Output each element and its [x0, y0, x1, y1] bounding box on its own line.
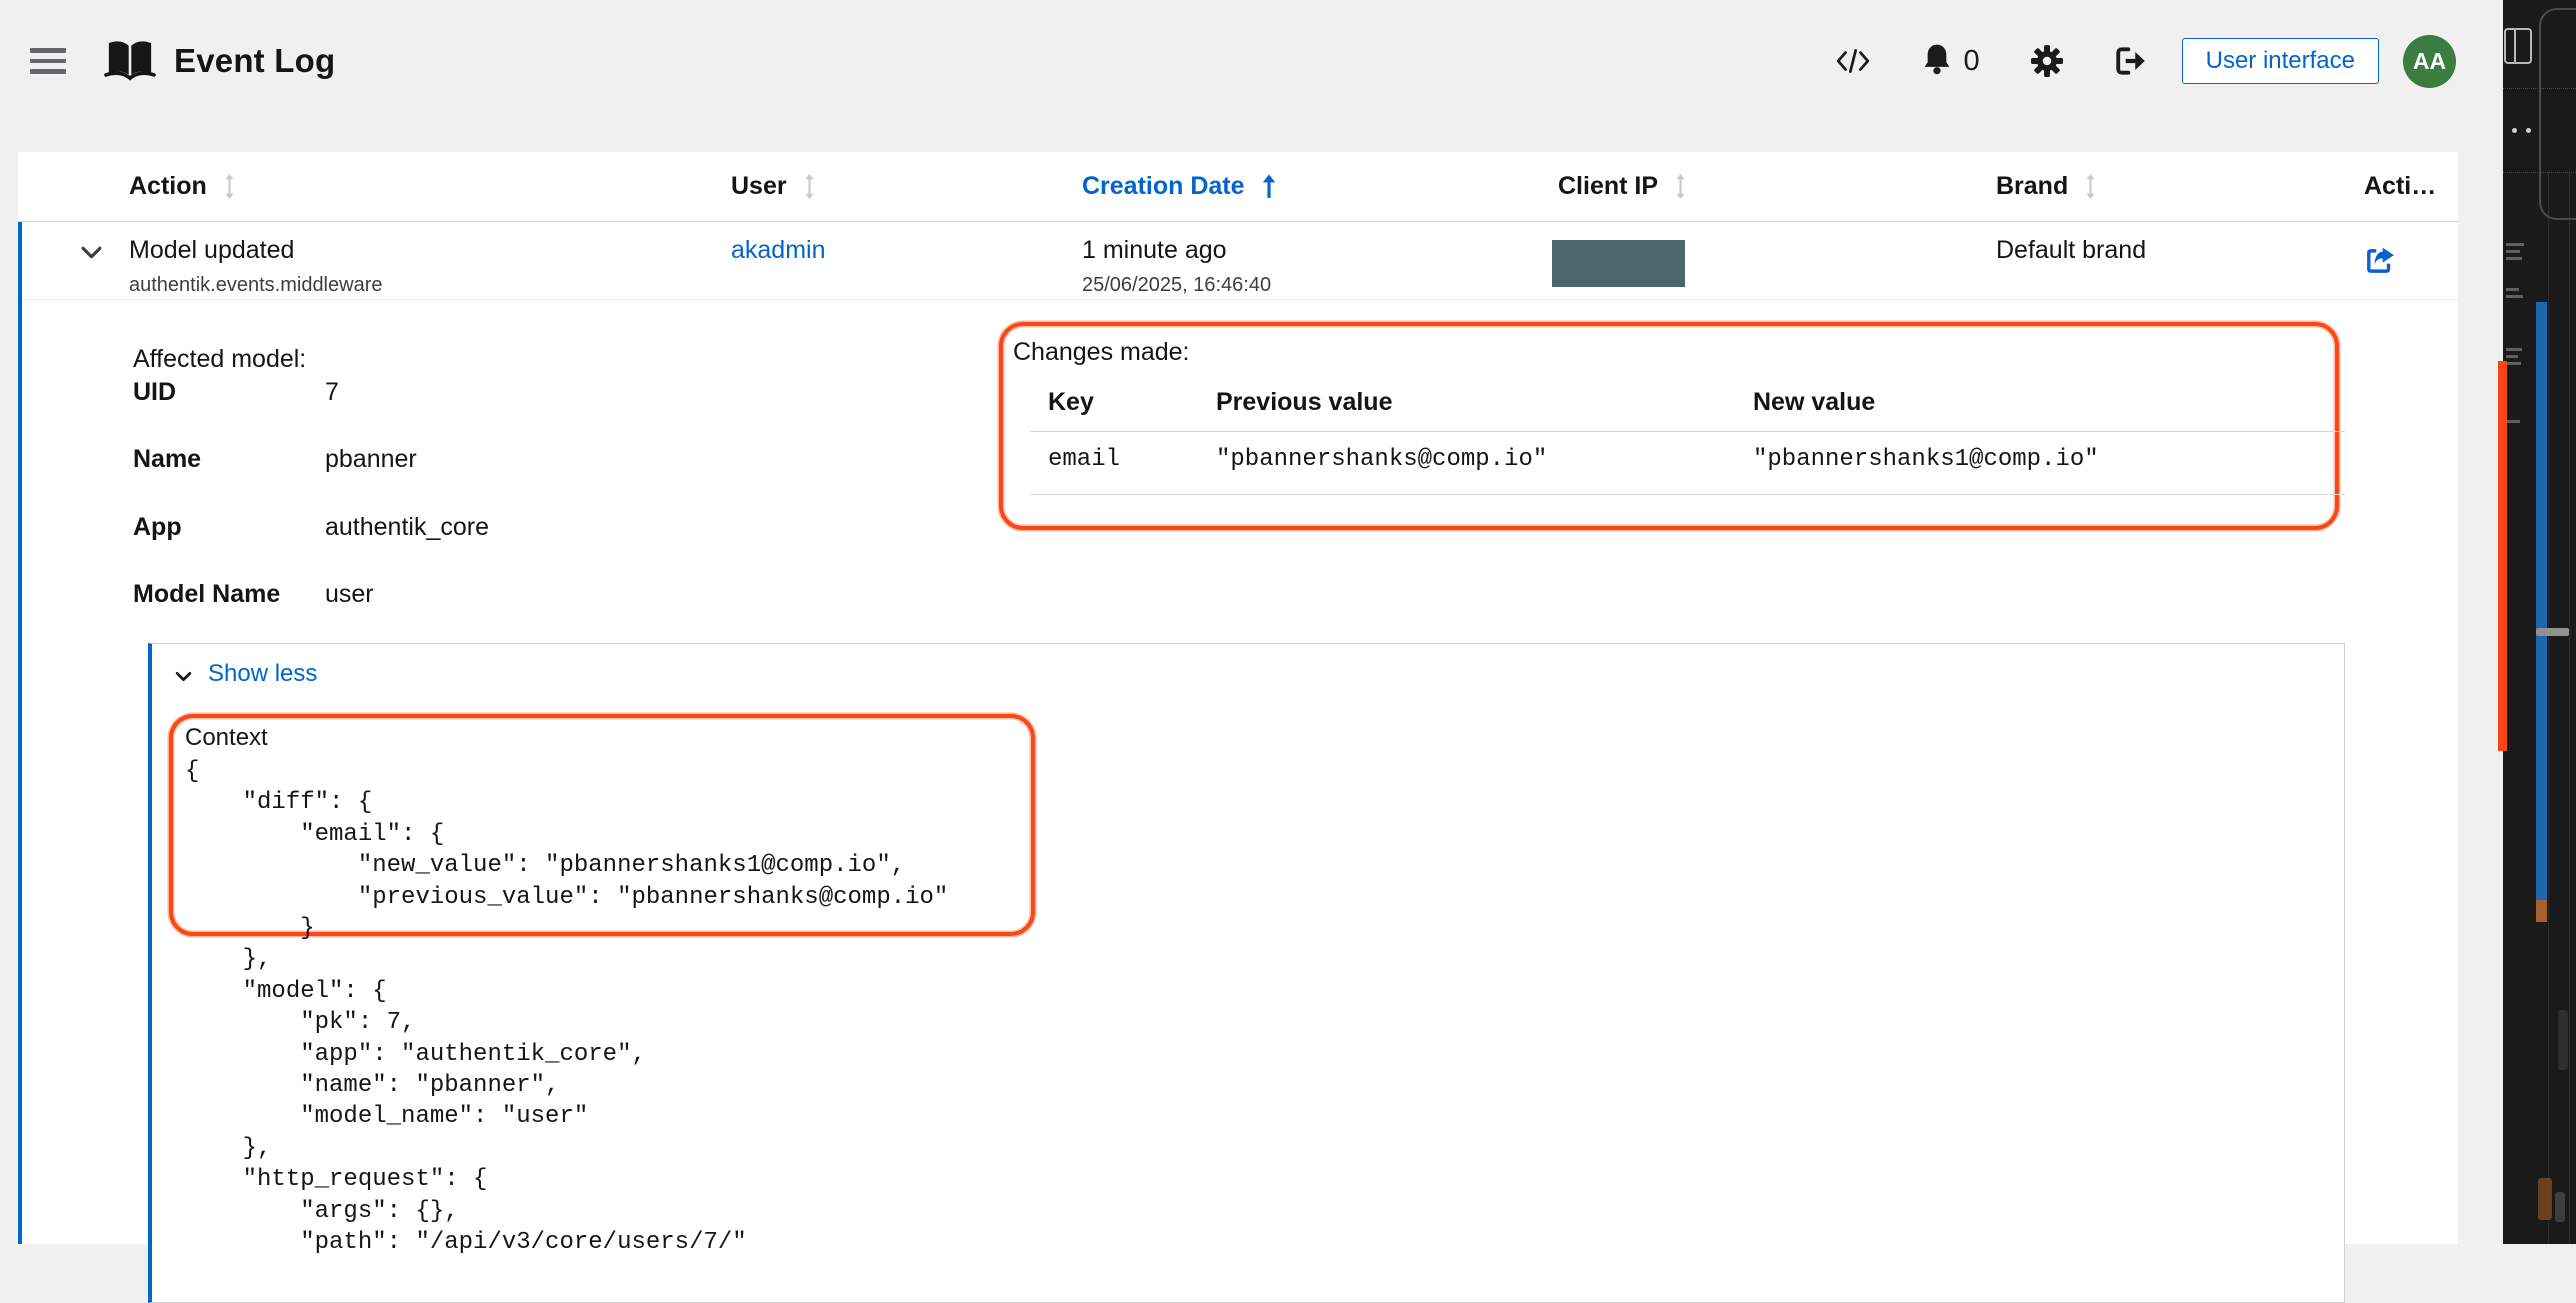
cell-client-ip [1558, 222, 1996, 299]
field-value: 7 [325, 378, 339, 407]
changes-col-key: Key [1048, 388, 1094, 417]
column-header-action[interactable]: Action [129, 152, 731, 221]
share-icon [2364, 246, 2396, 276]
notifications-button[interactable]: 0 [1921, 42, 1979, 81]
cell-actions [2364, 222, 2458, 299]
affected-model-label: Affected model: [133, 345, 306, 374]
columns-layout-icon[interactable] [2504, 28, 2532, 64]
event-table: Action User Creation Date Client IP Bran… [18, 152, 2458, 1244]
changes-new-value: "pbannershanks1@comp.io" [1753, 446, 2099, 473]
divider [2548, 172, 2549, 1244]
dot [2526, 128, 2531, 133]
changes-col-new: New value [1753, 388, 1875, 417]
sort-icon [2084, 173, 2097, 200]
secondary-window-sliver [2503, 0, 2576, 1244]
divider [2569, 172, 2570, 1244]
field-value: pbanner [325, 445, 417, 474]
divider [2503, 172, 2576, 173]
dot [2512, 128, 2517, 133]
cell-brand: Default brand [1996, 222, 2364, 299]
field-label: UID [133, 378, 176, 407]
annotation-rect-changes [999, 322, 2339, 530]
chevron-down-icon [175, 671, 192, 682]
user-interface-button[interactable]: User interface [2182, 38, 2379, 84]
mini-scroll-track [2536, 302, 2547, 900]
cell-creation-date: 1 minute ago 25/06/2025, 16:46:40 [1082, 222, 1558, 299]
field-label: App [133, 513, 182, 542]
masthead: Event Log 0 [0, 0, 2576, 152]
changes-key: email [1048, 446, 1120, 473]
mini-scroll-end [2536, 900, 2547, 922]
divider [1030, 431, 2345, 432]
sort-asc-icon [1261, 173, 1277, 200]
field-value: user [325, 580, 374, 609]
column-header-brand[interactable]: Brand [1996, 152, 2364, 221]
page-title: Event Log [174, 42, 335, 80]
menu-icon[interactable] [30, 48, 66, 74]
event-details: Affected model: UID 7 Name pbanner App a… [18, 300, 2458, 1244]
brand-name: Default brand [1996, 236, 2146, 264]
scrollbar-thumb[interactable] [2536, 628, 2569, 636]
sign-out-icon[interactable] [2114, 45, 2148, 77]
event-action: Model updated [129, 236, 731, 265]
open-event-button[interactable] [2364, 246, 2396, 279]
cell-user: akadmin [731, 222, 1082, 299]
gear-icon[interactable] [2030, 44, 2064, 78]
table-header: Action User Creation Date Client IP Bran… [18, 152, 2458, 222]
created-absolute: 25/06/2025, 16:46:40 [1082, 274, 1558, 297]
context-label: Context [185, 724, 268, 752]
column-header-creation-date[interactable]: Creation Date [1082, 152, 1558, 221]
annotation-bar-edge [2498, 361, 2507, 751]
chevron-down-icon [81, 246, 102, 259]
created-relative: 1 minute ago [1082, 236, 1558, 265]
field-label: Model Name [133, 580, 280, 609]
notification-count: 0 [1963, 45, 1979, 78]
sort-icon [1674, 173, 1687, 200]
avatar[interactable]: AA [2403, 35, 2456, 88]
cell-action: Model updated authentik.events.middlewar… [129, 222, 731, 299]
user-link[interactable]: akadmin [731, 236, 826, 264]
changes-previous-value: "pbannershanks@comp.io" [1216, 446, 1547, 473]
column-header-client-ip[interactable]: Client IP [1558, 152, 1996, 221]
context-card: Show less Context { "diff": { "email": {… [148, 643, 2345, 1303]
changes-title: Changes made: [1013, 338, 1190, 367]
window-outline [2539, 8, 2576, 220]
divider [1030, 494, 2345, 495]
code-icon[interactable] [1835, 46, 1871, 76]
context-json: { "diff": { "email": { "new_value": "pba… [185, 756, 948, 1259]
row-expand-toggle[interactable] [81, 246, 129, 264]
column-header-actions: Acti… [2364, 152, 2458, 221]
bell-icon [1921, 42, 1953, 81]
show-less-label[interactable]: Show less [208, 660, 317, 688]
table-row: Model updated authentik.events.middlewar… [18, 222, 2458, 300]
event-app: authentik.events.middleware [129, 274, 731, 297]
sort-icon [803, 173, 816, 200]
divider [2503, 88, 2576, 89]
column-header-user[interactable]: User [731, 152, 1082, 221]
changes-col-previous: Previous value [1216, 388, 1392, 417]
client-ip-redaction [1552, 240, 1685, 287]
show-less-toggle[interactable] [175, 669, 192, 687]
field-label: Name [133, 445, 201, 474]
field-value: authentik_core [325, 513, 489, 542]
sort-icon [223, 173, 236, 200]
book-logo-icon [104, 39, 156, 83]
